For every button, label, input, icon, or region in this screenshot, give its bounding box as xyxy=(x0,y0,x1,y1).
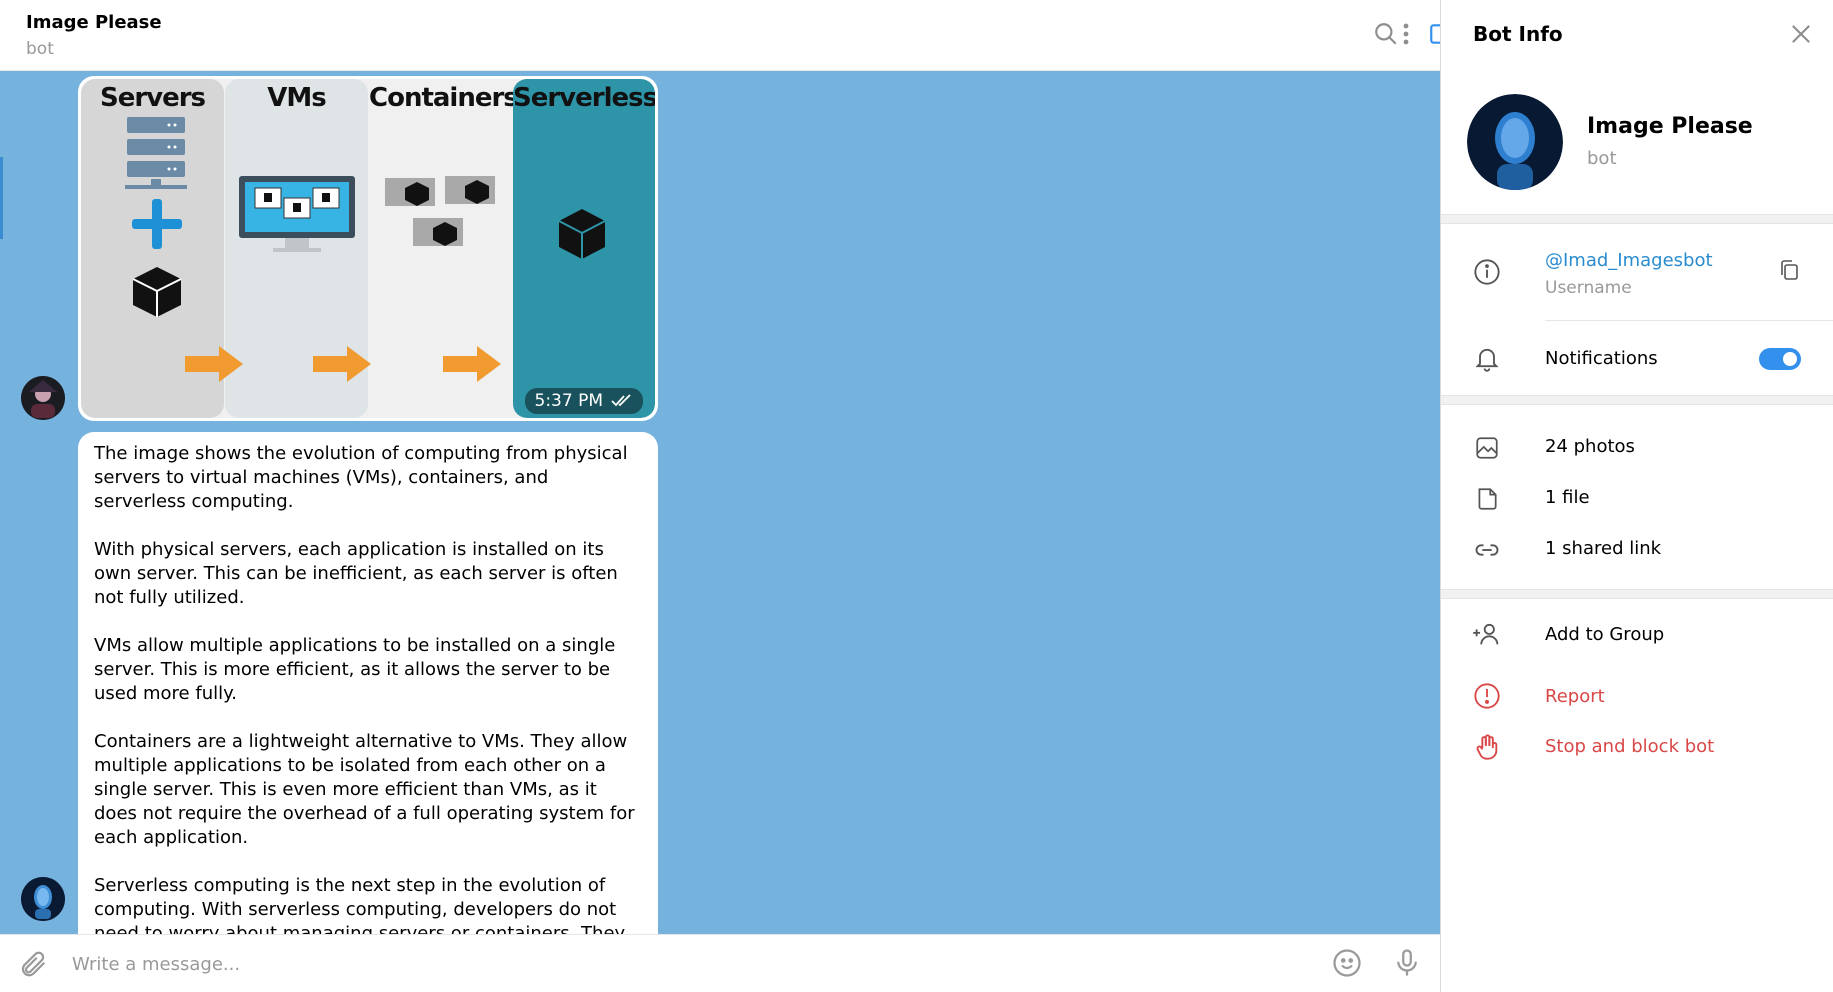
toggle-knob xyxy=(1781,350,1799,368)
file-icon xyxy=(1471,483,1503,515)
profile-name: Image Please xyxy=(1587,114,1753,139)
info-icon xyxy=(1471,256,1503,288)
row-divider xyxy=(1545,320,1833,321)
message-paragraph: With physical servers, each application … xyxy=(94,539,624,608)
profile-avatar[interactable] xyxy=(1467,94,1563,190)
message-time: 5:37 PM xyxy=(534,391,604,411)
report-button[interactable]: Report xyxy=(1545,686,1605,707)
chat-title[interactable]: Image Please xyxy=(26,12,162,33)
serverless-column: Serverless xyxy=(513,79,655,418)
hand-stop-icon xyxy=(1471,731,1503,763)
add-user-icon xyxy=(1471,618,1503,650)
arrow-right-icon xyxy=(185,346,243,382)
containers-icon xyxy=(385,176,495,246)
section-divider xyxy=(1441,214,1833,224)
chat-area: Image Please bot Servers VMs Containers … xyxy=(0,0,1452,992)
servers-label: Servers xyxy=(99,83,206,113)
chat-header: Image Please bot xyxy=(0,0,1452,71)
stop-and-block-button[interactable]: Stop and block bot xyxy=(1545,736,1714,757)
report-icon xyxy=(1471,680,1503,712)
media-photos[interactable]: 24 photos xyxy=(1545,436,1635,457)
sender-avatar[interactable] xyxy=(21,376,65,420)
text-message[interactable]: The image shows the evolution of computi… xyxy=(78,432,658,934)
username-link[interactable]: @Imad_Imagesbot xyxy=(1545,250,1713,271)
message-input[interactable] xyxy=(72,947,1302,981)
notifications-label: Notifications xyxy=(1545,348,1658,369)
media-links[interactable]: 1 shared link xyxy=(1545,538,1661,559)
bot-avatar[interactable] xyxy=(21,877,65,921)
profile-subtitle: bot xyxy=(1587,148,1617,169)
unread-indicator xyxy=(0,157,3,239)
bot-info-panel: Bot Info Image Please bot @Imad_Imagesbo… xyxy=(1440,0,1833,992)
notifications-toggle[interactable] xyxy=(1759,348,1801,370)
add-to-group-button[interactable]: Add to Group xyxy=(1545,624,1664,645)
photo-icon xyxy=(1471,432,1503,464)
containers-label: Containers xyxy=(369,83,519,113)
copy-icon[interactable] xyxy=(1777,258,1809,290)
message-photo[interactable]: Servers VMs Containers Serverless 5:37 P… xyxy=(81,79,655,418)
serverless-label: Serverless xyxy=(513,83,655,113)
message-composer xyxy=(0,934,1440,992)
vms-label: VMs xyxy=(267,83,326,113)
section-divider xyxy=(1441,395,1833,405)
arrow-right-icon xyxy=(443,346,501,382)
double-check-icon xyxy=(611,394,631,407)
more-vertical-icon[interactable] xyxy=(1390,18,1422,50)
message-paragraph: VMs allow multiple applications to be in… xyxy=(94,635,622,704)
server-stack-icon xyxy=(125,117,187,317)
photo-message[interactable]: Servers VMs Containers Serverless 5:37 P… xyxy=(78,76,658,421)
emoji-icon[interactable] xyxy=(1332,948,1364,980)
chat-subtitle: bot xyxy=(26,39,54,59)
media-files[interactable]: 1 file xyxy=(1545,487,1590,508)
monitor-icon xyxy=(239,176,355,252)
message-paragraph: The image shows the evolution of computi… xyxy=(94,443,634,512)
message-paragraph: Containers are a lightweight alternative… xyxy=(94,731,641,848)
message-paragraph: Serverless computing is the next step in… xyxy=(94,875,626,934)
link-icon xyxy=(1471,534,1503,566)
cube-icon xyxy=(558,209,606,259)
panel-title: Bot Info xyxy=(1473,22,1563,46)
microphone-icon[interactable] xyxy=(1392,948,1424,980)
close-icon[interactable] xyxy=(1787,20,1819,52)
message-time-badge: 5:37 PM xyxy=(524,388,643,414)
paperclip-icon[interactable] xyxy=(18,949,50,981)
username-caption: Username xyxy=(1545,278,1632,298)
section-divider xyxy=(1441,589,1833,599)
arrow-right-icon xyxy=(313,346,371,382)
message-list[interactable]: Servers VMs Containers Serverless 5:37 P… xyxy=(0,71,1440,934)
bell-icon xyxy=(1471,342,1503,374)
